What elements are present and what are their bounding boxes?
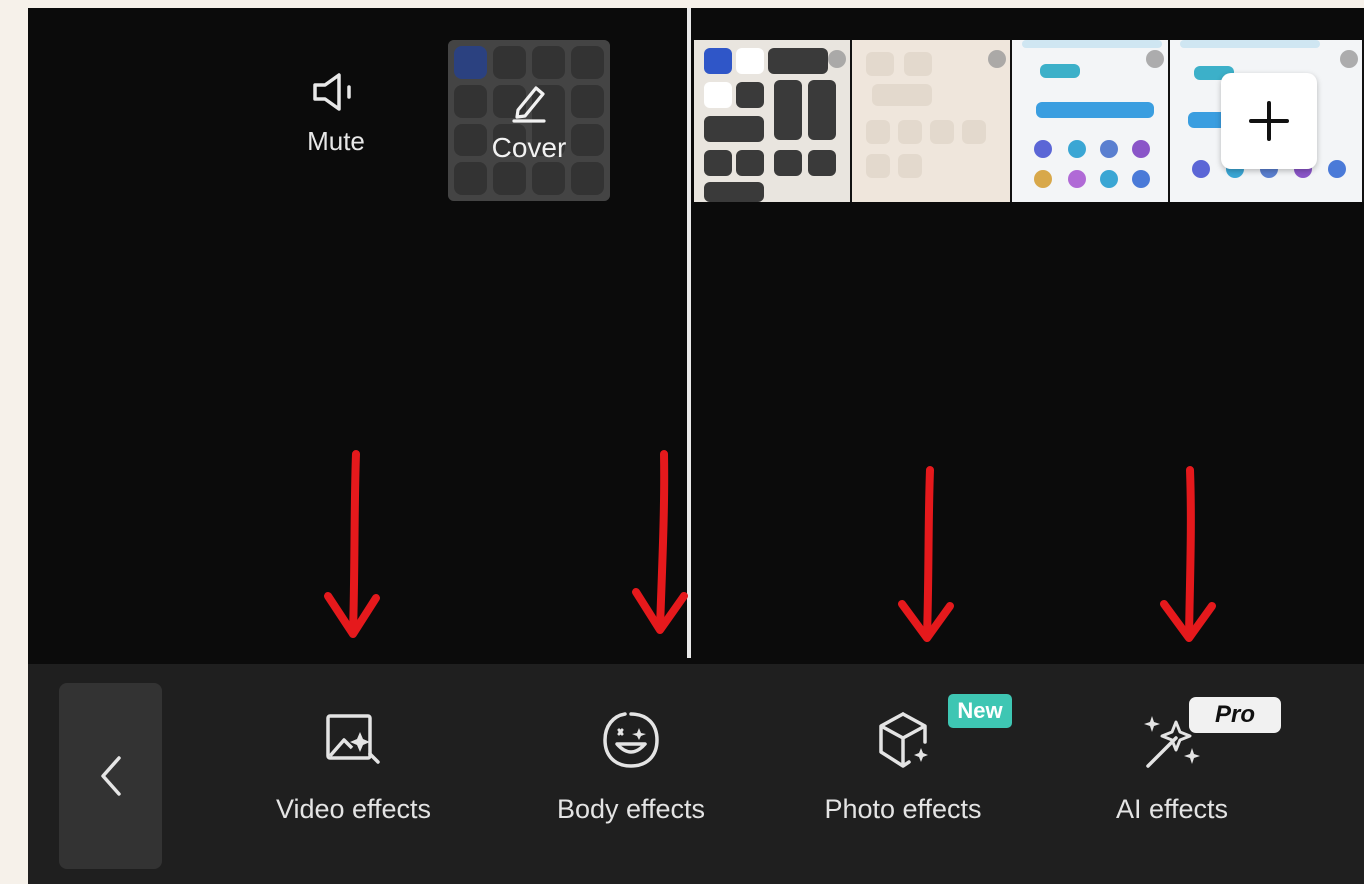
red-arrow-annotation (1160, 466, 1216, 642)
video-effects-icon (325, 714, 380, 764)
body-effects-icon (603, 712, 659, 768)
pencil-icon (512, 86, 546, 123)
photo-effects-icon (879, 712, 928, 768)
timeline-frame[interactable] (694, 40, 852, 202)
pro-badge: Pro (1189, 697, 1281, 733)
mute-label: Mute (307, 126, 365, 156)
effects-toolbar: Video effects Body effects Photo effects… (28, 664, 1364, 884)
timeline-frame[interactable] (852, 40, 1012, 202)
ai-effects-label: AI effects (1115, 794, 1229, 824)
video-effects-label: Video effects (275, 794, 432, 824)
red-arrow-annotation (898, 466, 954, 642)
red-arrow-annotation (324, 450, 380, 638)
back-button[interactable] (59, 683, 162, 869)
mute-button[interactable]: Mute (286, 72, 386, 157)
video-effects-button[interactable]: Video effects (256, 708, 451, 825)
editor-screen: Mute Cover Video effects Body effects Ph… (28, 8, 1364, 884)
body-effects-button[interactable]: Body effects (536, 708, 726, 825)
add-clip-button[interactable] (1221, 73, 1317, 169)
body-effects-label: Body effects (556, 794, 706, 824)
cover-label: Cover (491, 132, 567, 163)
plus-icon (1249, 101, 1289, 141)
chevron-left-icon (100, 756, 121, 796)
red-arrow-annotation (632, 450, 688, 634)
new-badge: New (948, 694, 1012, 728)
photo-effects-label: Photo effects (824, 794, 982, 824)
timeline-frame[interactable] (1012, 40, 1170, 202)
speaker-icon (313, 73, 351, 111)
cover-button[interactable]: Cover (448, 40, 610, 201)
